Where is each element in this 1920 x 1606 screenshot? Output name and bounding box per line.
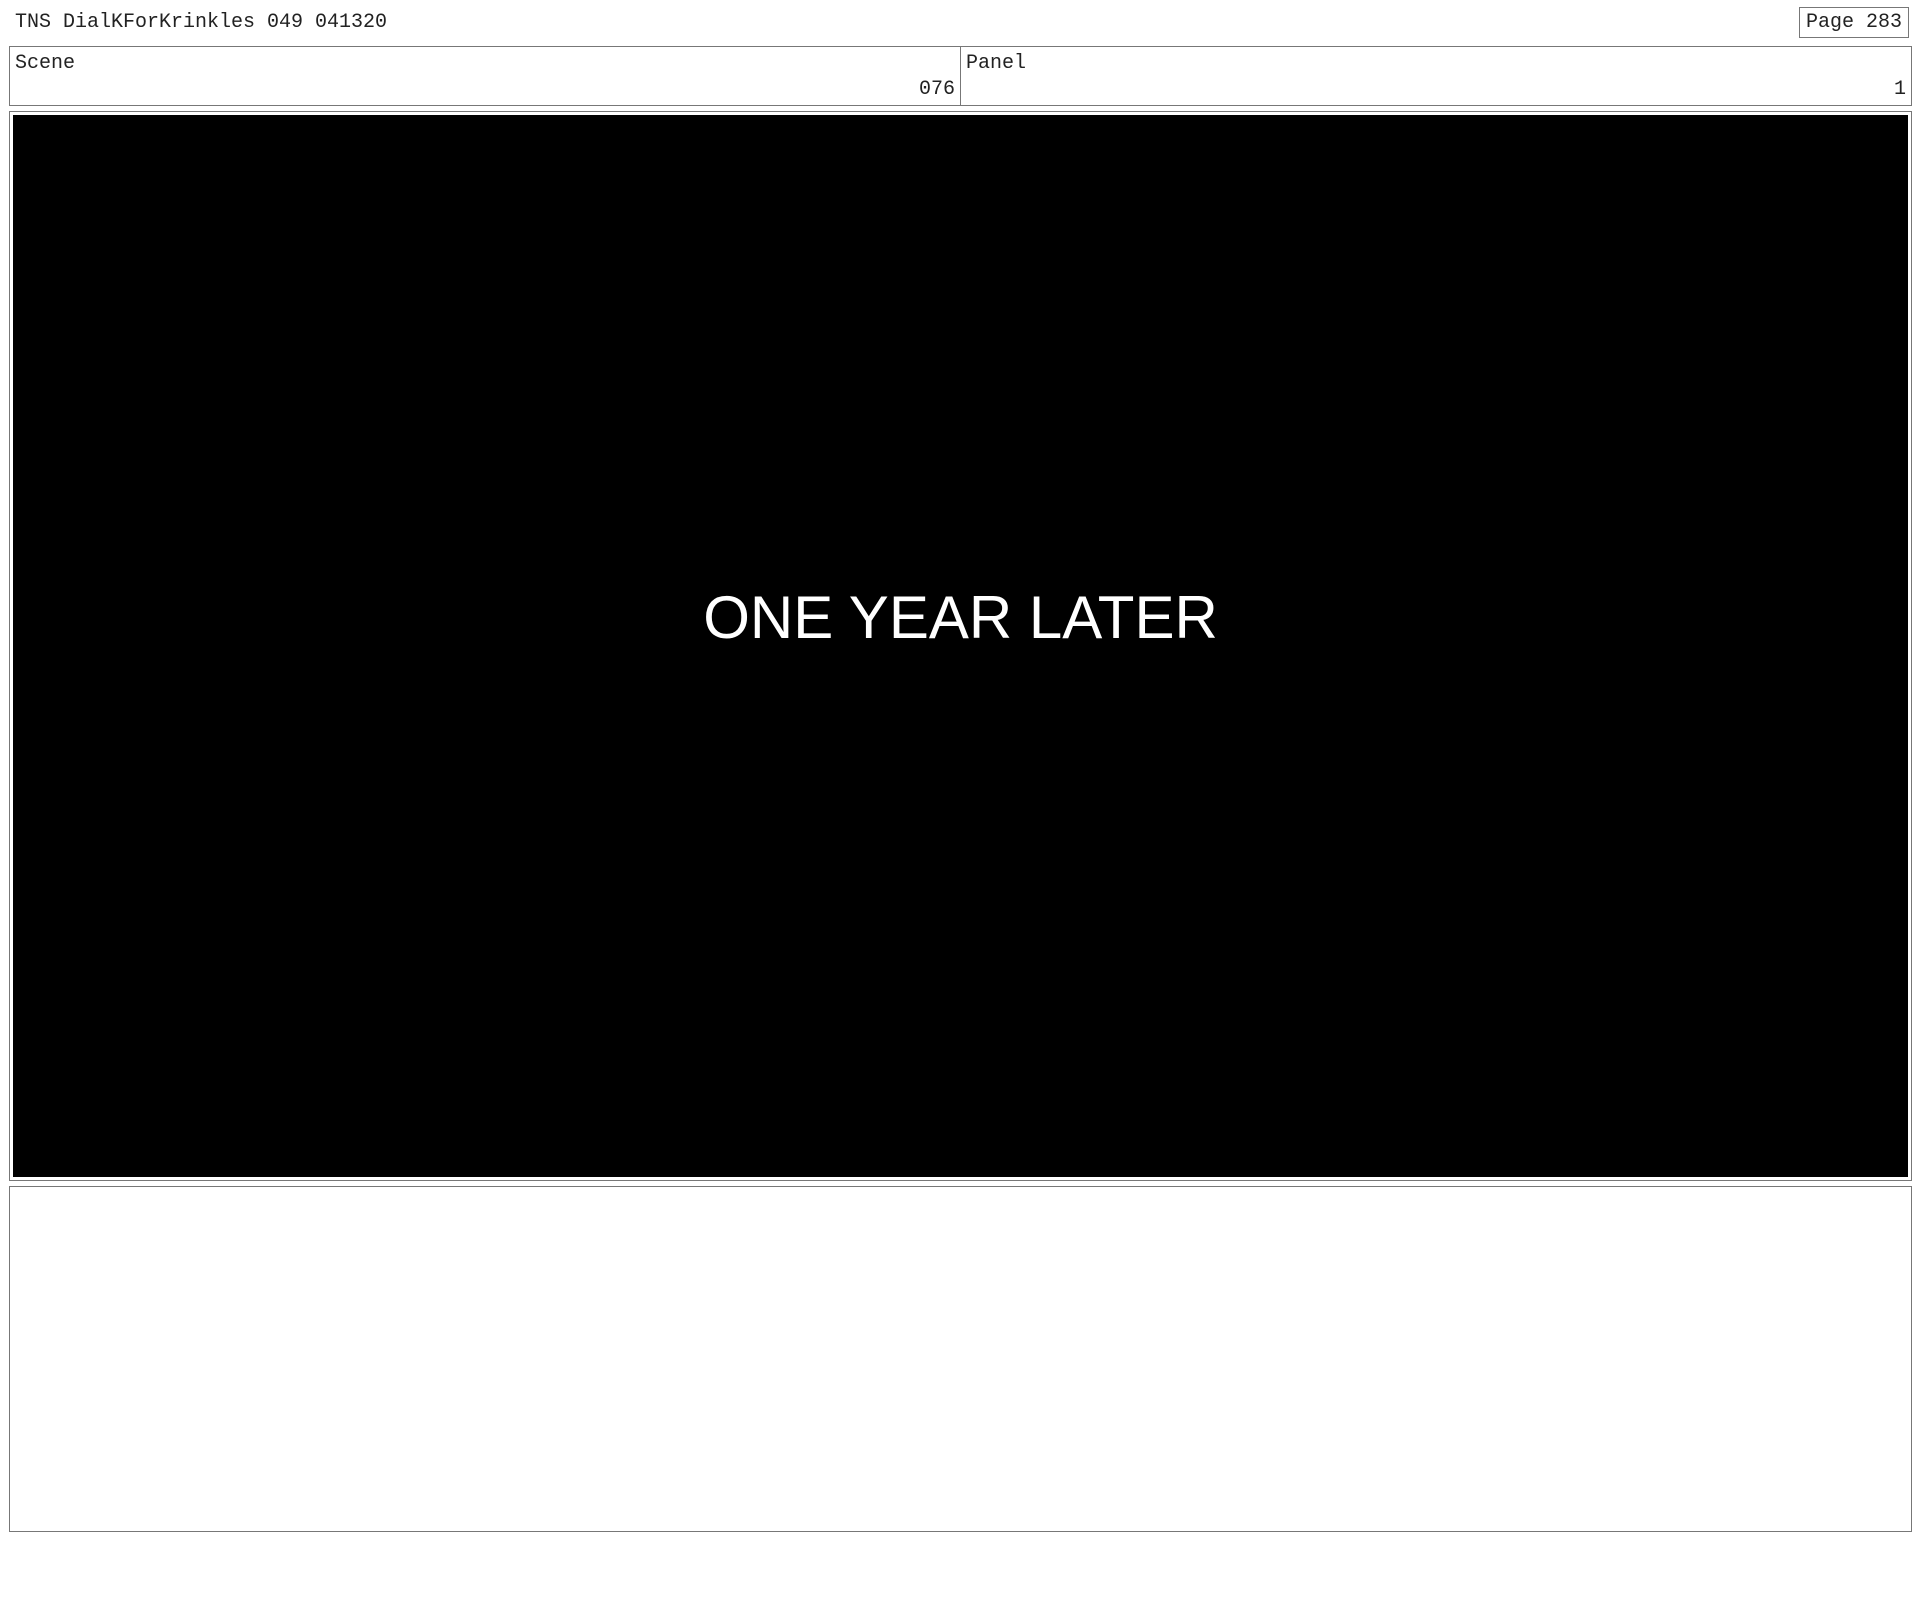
panel-label: Panel — [966, 52, 1027, 75]
storyboard-image: ONE YEAR LATER — [13, 115, 1908, 1177]
panel-cell: Panel 1 — [961, 47, 1911, 105]
document-title: TNS DialKForKrinkles 049 041320 — [15, 11, 388, 34]
page-number-box: Page 283 — [1799, 7, 1909, 38]
scene-value: 076 — [918, 78, 955, 101]
scene-label: Scene — [15, 52, 76, 75]
scene-cell: Scene 076 — [10, 47, 961, 105]
frame-caption: ONE YEAR LATER — [703, 584, 1218, 651]
panel-value: 1 — [1893, 78, 1906, 101]
storyboard-frame: ONE YEAR LATER — [9, 111, 1912, 1181]
notes-box — [9, 1186, 1912, 1532]
scene-panel-info-row: Scene 076 Panel 1 — [9, 46, 1912, 106]
